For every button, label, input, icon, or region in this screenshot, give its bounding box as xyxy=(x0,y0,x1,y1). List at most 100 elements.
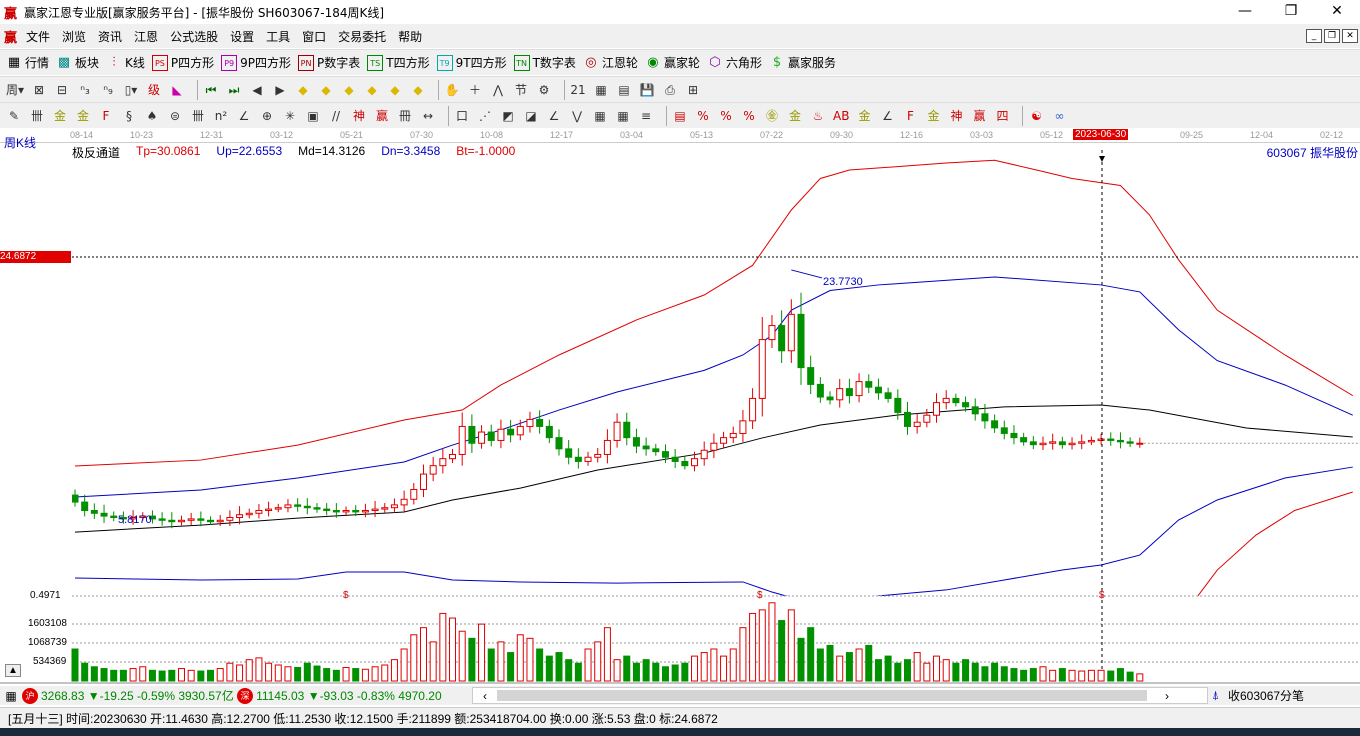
kline-chart[interactable] xyxy=(0,0,1360,686)
volume-bar xyxy=(768,602,776,682)
candle xyxy=(903,401,911,435)
candle xyxy=(574,448,582,469)
volume-bar xyxy=(1058,668,1066,682)
volume-bar xyxy=(681,662,689,682)
volume-bar xyxy=(710,648,718,682)
volume-bar xyxy=(836,655,844,682)
candle xyxy=(410,483,418,505)
candle xyxy=(768,315,776,348)
volume-bar xyxy=(691,655,699,682)
volume-bar xyxy=(874,659,882,682)
peak-price-label: 23.7730 xyxy=(823,276,863,288)
volume-bar xyxy=(313,665,321,682)
candle xyxy=(303,498,311,515)
bar-info: [五月十三] 时间:20230630 开:11.4630 高:12.2700 低… xyxy=(0,707,1360,728)
scroll-up-button[interactable]: ▲ xyxy=(5,664,21,677)
tick-data-link[interactable]: 收603067分笔 xyxy=(1228,687,1304,704)
volume-bar xyxy=(1116,668,1124,682)
volume-bar xyxy=(119,669,127,682)
candle xyxy=(758,317,766,417)
candle xyxy=(1020,432,1028,446)
candle xyxy=(197,511,205,527)
candle xyxy=(526,411,534,433)
candle xyxy=(536,410,544,434)
candle xyxy=(371,500,379,517)
candle xyxy=(226,510,234,527)
candle xyxy=(700,441,708,466)
candle xyxy=(1107,432,1115,446)
volume-bar xyxy=(168,669,176,682)
candle xyxy=(361,503,369,518)
indicator-name: 极反通道 xyxy=(72,146,121,160)
sz-index-change: ▼-93.03 -0.83% 4970.20 xyxy=(307,688,442,703)
volume-bar xyxy=(652,662,660,682)
volume-bar xyxy=(400,648,408,682)
scrollbar-thumb[interactable] xyxy=(497,690,1147,701)
volume-bar xyxy=(1126,671,1134,682)
volume-bar xyxy=(410,634,418,682)
scroll-right-button[interactable]: › xyxy=(1147,689,1187,703)
candle xyxy=(720,431,728,448)
horizontal-scrollbar[interactable]: ‹ › xyxy=(472,687,1208,704)
volume-bar xyxy=(903,659,911,682)
candle xyxy=(952,393,960,407)
scroll-left-button[interactable]: ‹ xyxy=(473,689,497,703)
candle xyxy=(855,373,863,403)
candle xyxy=(739,410,747,443)
candle xyxy=(642,437,650,456)
candle xyxy=(710,433,718,459)
candle xyxy=(187,512,195,526)
candle xyxy=(265,501,273,517)
volume-bar xyxy=(565,659,573,682)
volume-bar xyxy=(449,617,457,682)
candle xyxy=(439,448,447,474)
indicator-line-dn xyxy=(74,466,1353,596)
candle xyxy=(1097,433,1105,445)
candle xyxy=(1116,432,1124,449)
candle xyxy=(284,499,292,513)
low-price-label: 5.8170 xyxy=(118,514,152,526)
volume-bar xyxy=(81,662,89,682)
candle xyxy=(1068,437,1076,450)
candle xyxy=(449,448,457,464)
volume-bar xyxy=(158,670,166,682)
volume-bar xyxy=(352,668,360,682)
event-marker: $ xyxy=(343,590,349,601)
volume-bar xyxy=(478,623,486,682)
candle xyxy=(1078,434,1086,450)
volume-bar xyxy=(642,659,650,682)
candle xyxy=(1136,437,1144,448)
candle xyxy=(207,516,215,525)
candle xyxy=(168,512,176,529)
volume-bar xyxy=(729,648,737,682)
volume-bar xyxy=(1107,670,1115,682)
volume-bar xyxy=(826,644,834,682)
volume-bar xyxy=(816,648,824,682)
candle xyxy=(1039,436,1047,451)
volume-bar xyxy=(952,662,960,682)
candle xyxy=(681,456,689,470)
cursor-price-label: 24.6872 xyxy=(0,251,71,263)
volume-bar xyxy=(962,659,970,682)
candle xyxy=(594,448,602,463)
volume-bar xyxy=(555,652,563,682)
volume-bar xyxy=(100,668,108,682)
candle xyxy=(923,408,931,428)
volume-bar xyxy=(187,669,195,682)
candle xyxy=(942,390,950,410)
candle xyxy=(584,451,592,466)
candle xyxy=(632,428,640,454)
candle xyxy=(478,425,486,449)
volume-bar xyxy=(574,662,582,682)
volume-bar xyxy=(284,666,292,682)
sh-index-badge: 沪 xyxy=(22,687,38,704)
volume-bar xyxy=(1020,669,1028,682)
indicator-md: Md=14.3126 xyxy=(298,144,366,158)
candle xyxy=(933,393,941,423)
volume-bar xyxy=(139,666,147,682)
candle xyxy=(671,448,679,469)
quotes-icon[interactable]: ▦ xyxy=(3,688,19,704)
volume-bar xyxy=(584,648,592,682)
tick-data-icon[interactable]: ⍋ xyxy=(1212,688,1219,703)
volume-bar xyxy=(845,652,853,682)
